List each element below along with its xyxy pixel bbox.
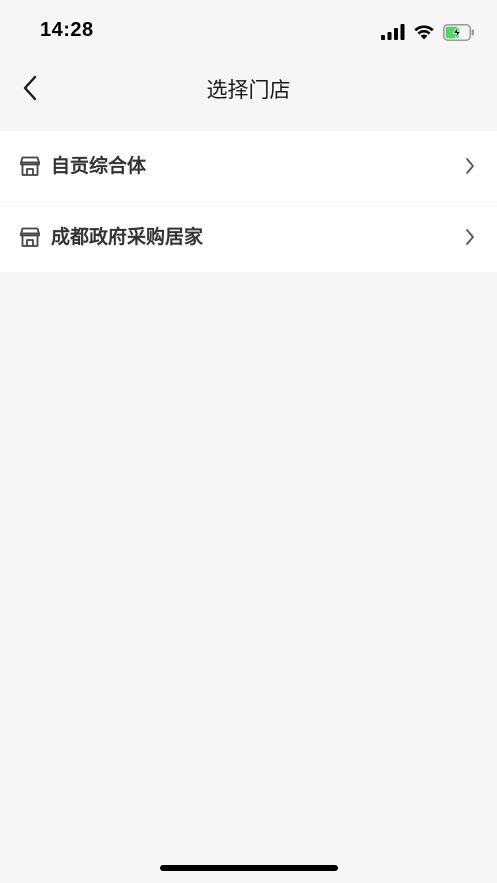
store-icon — [19, 226, 41, 248]
store-icon — [19, 155, 41, 177]
store-name: 自贡综合体 — [51, 155, 147, 177]
navigation-bar: 选择门店 — [0, 60, 497, 116]
store-list-item[interactable]: 成都政府采购居家 — [0, 201, 497, 272]
chevron-right-icon — [465, 228, 475, 246]
battery-charging-icon — [443, 23, 474, 41]
status-bar: 14:28 — [0, 0, 497, 60]
store-name: 成都政府采购居家 — [51, 226, 204, 248]
wifi-icon — [414, 25, 434, 40]
store-list-item[interactable]: 自贡综合体 — [0, 131, 497, 201]
status-icons — [381, 22, 475, 42]
header-area: 14:28 选择门店 — [0, 0, 497, 131]
store-list: 自贡综合体 成都政府采购居家 — [0, 131, 497, 272]
status-time: 14:28 — [40, 19, 94, 41]
signal-icon — [381, 24, 405, 40]
page-title: 选择门店 — [206, 78, 291, 102]
chevron-right-icon — [465, 157, 475, 175]
home-indicator — [160, 865, 338, 871]
